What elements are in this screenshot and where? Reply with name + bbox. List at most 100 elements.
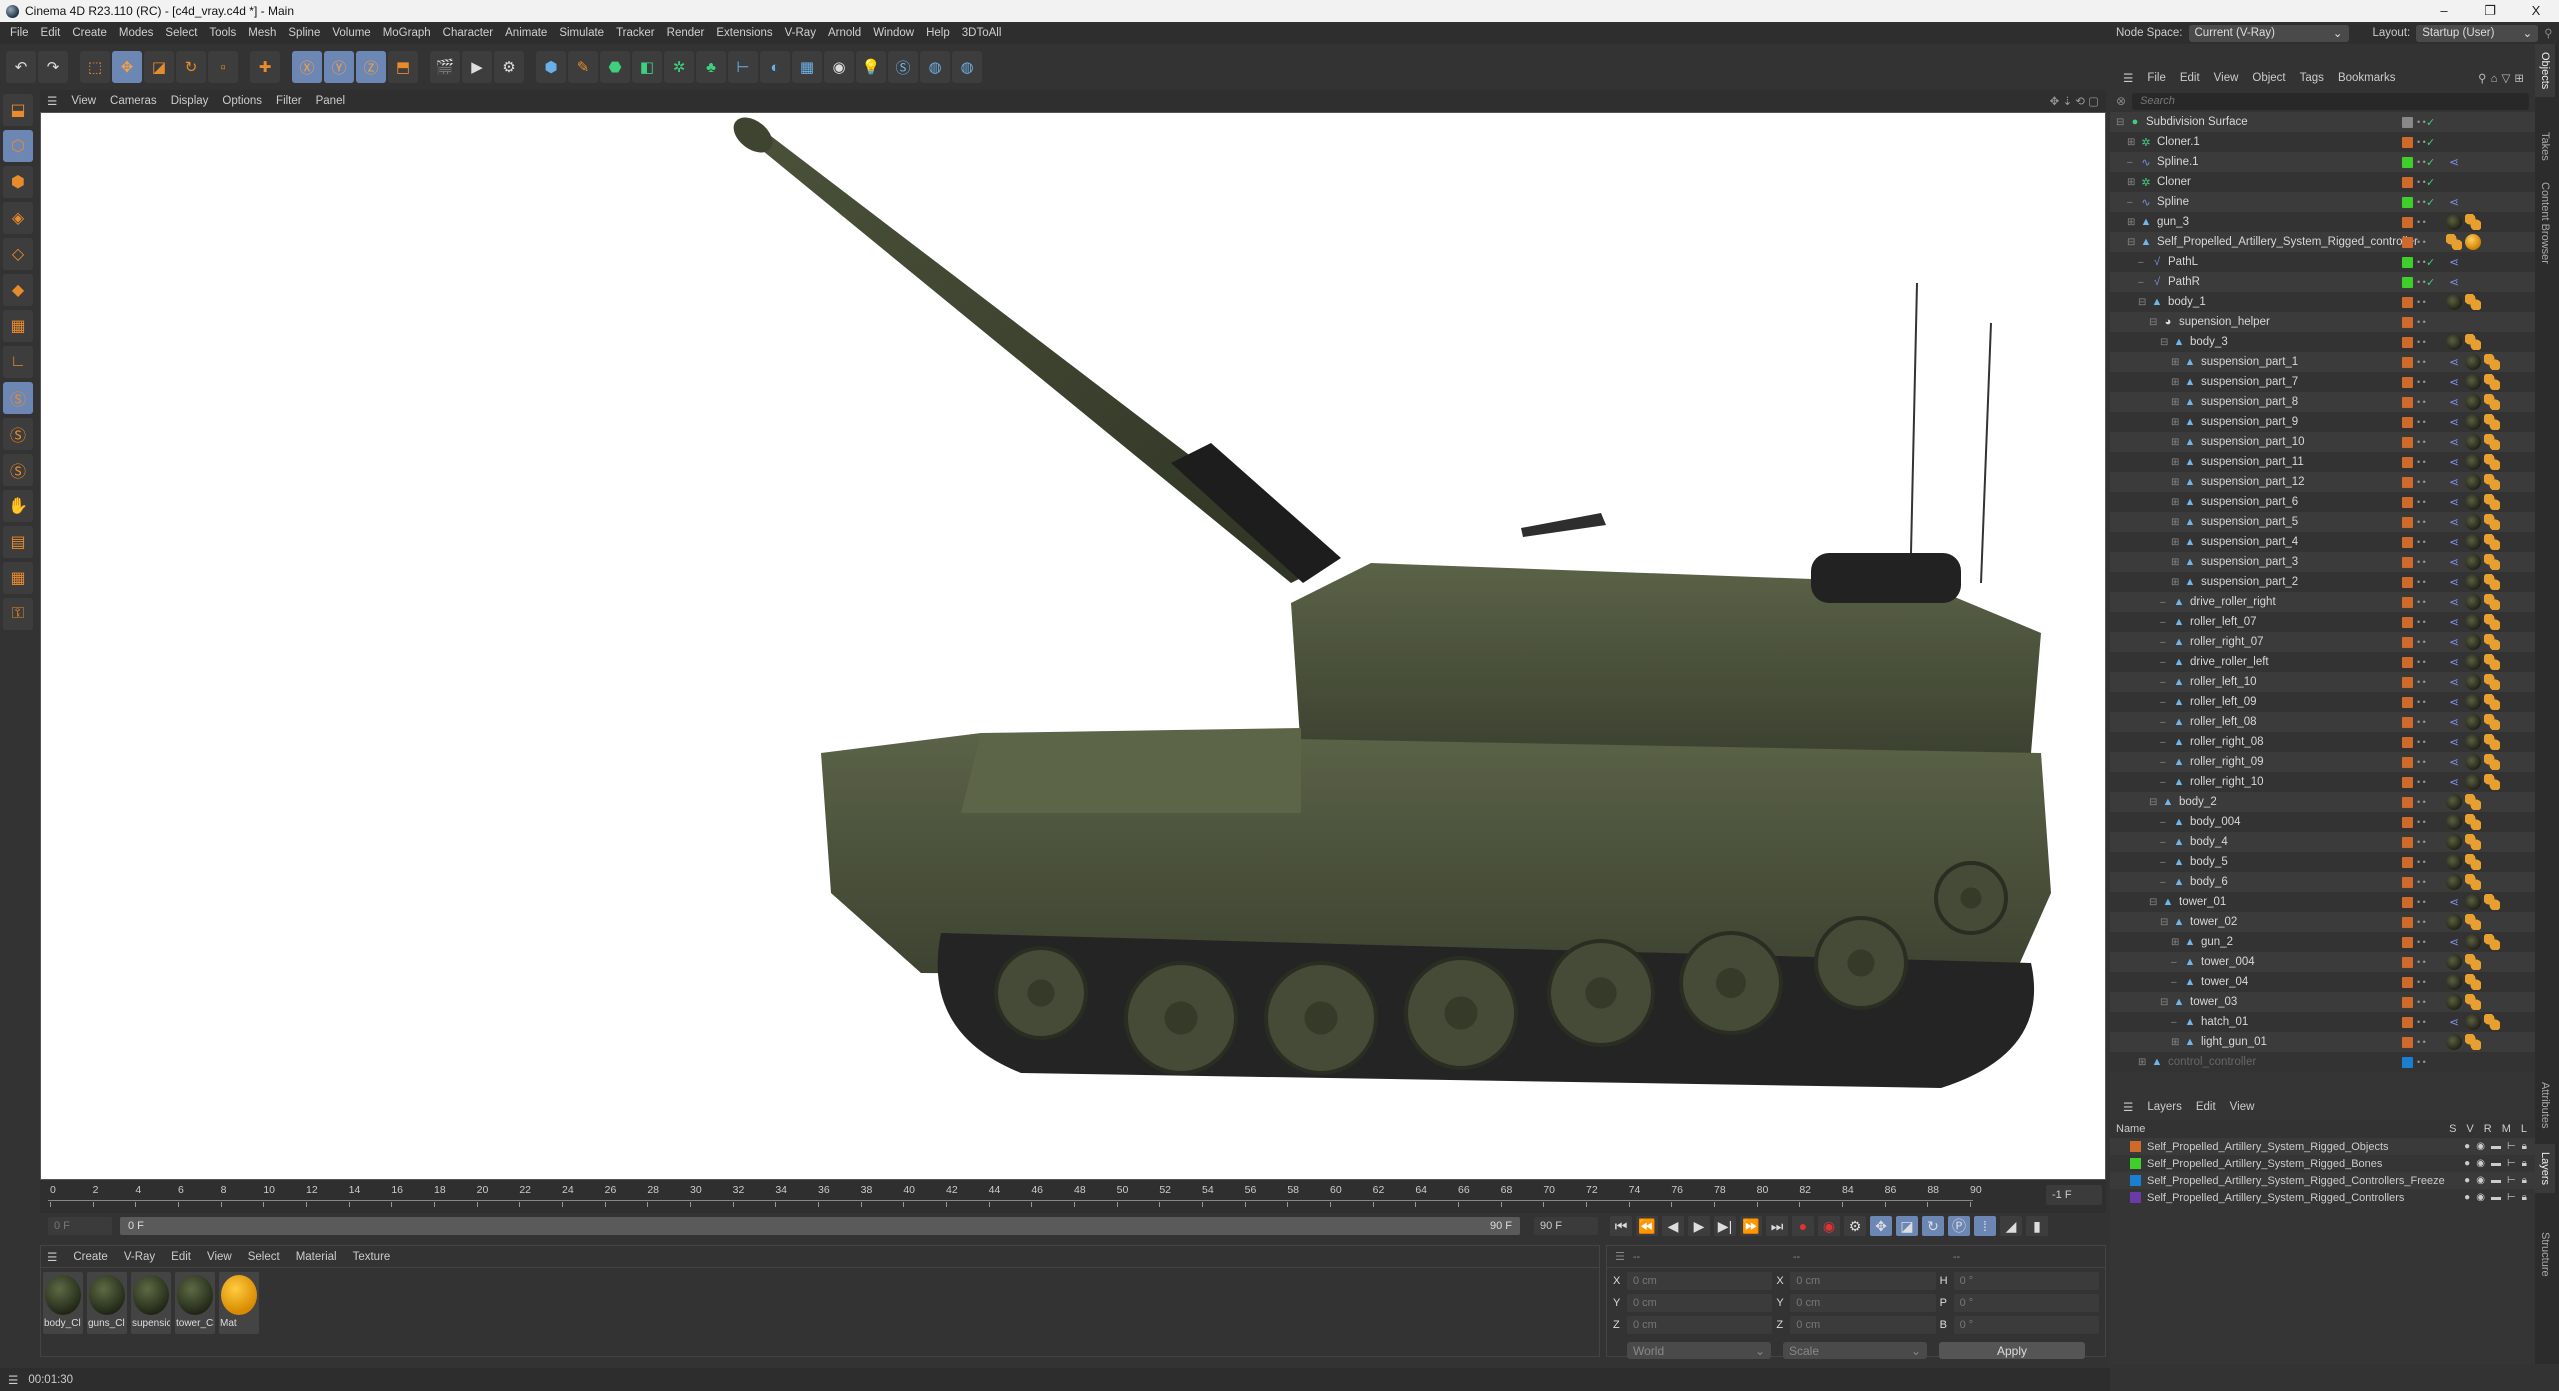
axis-mode-icon[interactable]: ∟ <box>3 346 33 378</box>
visibility-dots-icon[interactable]: • • <box>2417 398 2426 407</box>
grid-icon[interactable]: ▦ <box>3 562 33 594</box>
expand-icon[interactable]: ⊞ <box>2127 137 2137 148</box>
material-tag-icon[interactable] <box>2465 374 2481 390</box>
collapse-icon[interactable]: ⊟ <box>2138 297 2148 308</box>
layer-color-swatch[interactable] <box>2402 276 2413 288</box>
visible-eye-icon[interactable]: ◉ <box>2476 1141 2485 1152</box>
next-frame-icon[interactable]: ▶| <box>1714 1216 1736 1236</box>
hierarchy-tag-icon[interactable]: ⋖ <box>2446 1014 2462 1030</box>
visibility-dots-icon[interactable]: • • <box>2417 598 2426 607</box>
prev-key-icon[interactable]: ⏪ <box>1636 1216 1658 1236</box>
prev-frame-icon[interactable]: ◀ <box>1662 1216 1684 1236</box>
scale-icon[interactable]: ◪ <box>144 51 174 83</box>
layer-color-swatch[interactable] <box>2402 956 2413 968</box>
material-tag-icon[interactable] <box>2465 714 2481 730</box>
visibility-dots-icon[interactable]: • • <box>2417 678 2426 687</box>
material-menu-edit[interactable]: Edit <box>163 1251 199 1263</box>
vray-tag-icon[interactable] <box>2484 394 2500 410</box>
material-tag-icon[interactable] <box>2465 614 2481 630</box>
hierarchy-tag-icon[interactable]: ⋖ <box>2446 734 2462 750</box>
visibility-dots-icon[interactable]: • • <box>2417 198 2426 207</box>
expand-icon[interactable]: ⊞ <box>2171 437 2181 448</box>
layer-color-swatch[interactable] <box>2402 356 2413 368</box>
collapse-icon[interactable]: ⊟ <box>2160 997 2170 1008</box>
visibility-dots-icon[interactable]: • • <box>2417 558 2426 567</box>
enabled-check-icon[interactable]: ✓ <box>2426 156 2435 169</box>
layer-color-swatch[interactable] <box>2402 976 2413 988</box>
vray-tag-icon[interactable] <box>2484 534 2500 550</box>
enabled-check-icon[interactable]: ✓ <box>2426 176 2435 189</box>
object-row[interactable]: ⊞ ▲ suspension_part_7 • • ⋖ <box>2110 372 2535 392</box>
viewport-nav-icons[interactable]: ✥ ⇣ ⟲ ▢ <box>2043 94 2106 108</box>
material-tag-icon[interactable] <box>2465 354 2481 370</box>
visibility-dots-icon[interactable]: • • <box>2417 458 2426 467</box>
material-tag-icon[interactable] <box>2465 754 2481 770</box>
brush-icon[interactable]: ✋ <box>3 490 33 522</box>
visibility-dots-icon[interactable]: • • <box>2417 118 2426 127</box>
vray-tag-icon[interactable] <box>2465 334 2481 350</box>
go-to-start-icon[interactable]: ⏮ <box>1610 1216 1632 1236</box>
menu-select[interactable]: Select <box>159 27 203 39</box>
menu-tracker[interactable]: Tracker <box>610 27 661 39</box>
vray-tag-icon[interactable] <box>2484 474 2500 490</box>
layer-color-swatch[interactable] <box>2402 1016 2413 1028</box>
visibility-dots-icon[interactable]: • • <box>2417 258 2426 267</box>
visibility-dots-icon[interactable]: • • <box>2417 638 2426 647</box>
hierarchy-tag-icon[interactable]: ⋖ <box>2446 454 2462 470</box>
frame-range-slider[interactable]: 0 F 90 F <box>120 1217 1520 1235</box>
expand-icon[interactable]: ⊞ <box>2171 557 2181 568</box>
hierarchy-tag-icon[interactable]: ⋖ <box>2446 434 2462 450</box>
visibility-dots-icon[interactable]: • • <box>2417 478 2426 487</box>
hamburger-icon[interactable]: ☰ <box>47 1250 65 1264</box>
layer-row[interactable]: Self_Propelled_Artillery_System_Rigged_O… <box>2110 1138 2535 1155</box>
material-tag-icon[interactable] <box>2465 474 2481 490</box>
solo-icon[interactable]: ● <box>2464 1175 2470 1186</box>
object-row[interactable]: ⊞ ▲ suspension_part_4 • • ⋖ <box>2110 532 2535 552</box>
expand-icon[interactable]: ⊞ <box>2171 577 2181 588</box>
layer-color-swatch[interactable] <box>2402 316 2413 328</box>
visibility-dots-icon[interactable]: • • <box>2417 238 2426 247</box>
object-row[interactable]: ⊞ ▲ suspension_part_5 • • ⋖ <box>2110 512 2535 532</box>
side-tab-layers[interactable]: Layers <box>2535 1144 2555 1194</box>
layer-color-swatch[interactable] <box>2402 916 2413 928</box>
collapse-icon[interactable]: ⊟ <box>2127 237 2137 248</box>
hamburger-icon[interactable]: ☰ <box>8 1373 18 1387</box>
make-editable-icon[interactable]: ⬓ <box>3 94 33 126</box>
visibility-dots-icon[interactable]: • • <box>2417 438 2426 447</box>
x-axis-icon[interactable]: Ⓧ <box>292 51 322 83</box>
layer-color-swatch[interactable] <box>2402 736 2413 748</box>
material-tag-icon[interactable] <box>2465 494 2481 510</box>
material-tag-icon[interactable] <box>2465 454 2481 470</box>
material-tag-icon[interactable] <box>2446 294 2462 310</box>
hierarchy-tag-icon[interactable]: ⋖ <box>2446 674 2462 690</box>
lock-icon[interactable]: 🔒︎ <box>2522 1175 2527 1186</box>
hierarchy-tag-icon[interactable]: ⋖ <box>2446 274 2462 290</box>
coordinate-system-icon[interactable]: ⬒ <box>388 51 418 83</box>
vray-tag-icon[interactable] <box>2484 934 2500 950</box>
layer-color-swatch[interactable] <box>2402 756 2413 768</box>
layer-color-swatch[interactable] <box>2402 216 2413 228</box>
material-menu-vray[interactable]: V-Ray <box>116 1251 163 1263</box>
object-row[interactable]: – ∿ Spline.1 • • ✓ ⋖ <box>2110 152 2535 172</box>
menu-vray[interactable]: V-Ray <box>779 27 822 39</box>
vray-tag-icon[interactable] <box>2484 614 2500 630</box>
layer-color-swatch[interactable] <box>2402 476 2413 488</box>
manager-icon[interactable]: ⊢ <box>2507 1192 2516 1203</box>
material-tag-icon[interactable] <box>2446 334 2462 350</box>
object-row[interactable]: – ▲ roller_right_10 • • ⋖ <box>2110 772 2535 792</box>
layer-row[interactable]: Self_Propelled_Artillery_System_Rigged_B… <box>2110 1155 2535 1172</box>
material-tag-icon[interactable] <box>2446 914 2462 930</box>
material-swatch[interactable]: supensic <box>131 1272 171 1334</box>
layers-menu-layers[interactable]: Layers <box>2140 1101 2189 1113</box>
viewport-menu-cameras[interactable]: Cameras <box>103 95 164 107</box>
move-icon[interactable]: ✥ <box>112 51 142 83</box>
visibility-dots-icon[interactable]: • • <box>2417 718 2426 727</box>
hierarchy-tag-icon[interactable]: ⋖ <box>2446 414 2462 430</box>
object-row[interactable]: ⊞ ▲ suspension_part_11 • • ⋖ <box>2110 452 2535 472</box>
layer-color-swatch[interactable] <box>2130 1141 2141 1152</box>
visibility-dots-icon[interactable]: • • <box>2417 698 2426 707</box>
visibility-dots-icon[interactable]: • • <box>2417 958 2426 967</box>
vray-tag-icon[interactable] <box>2484 434 2500 450</box>
layout-dropdown[interactable]: Startup (User) ⌄ <box>2416 24 2539 42</box>
layer-color-swatch[interactable] <box>2402 696 2413 708</box>
